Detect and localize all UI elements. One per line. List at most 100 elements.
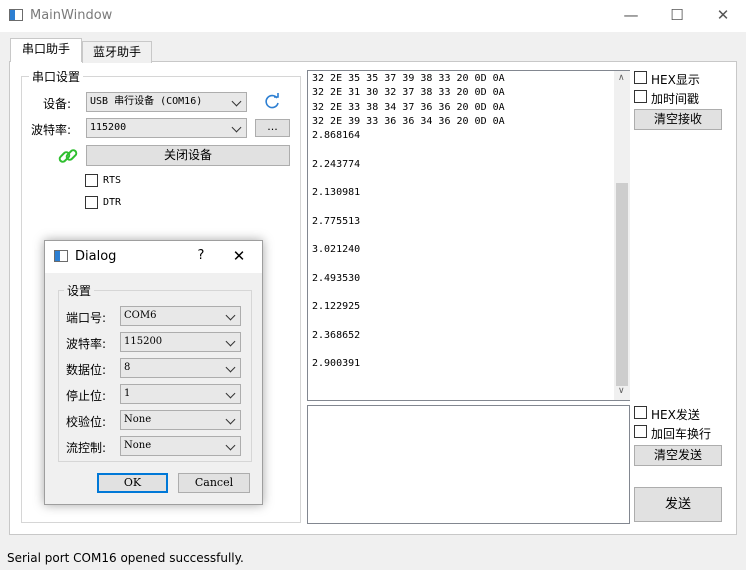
dialog-field-value: None [124, 414, 152, 425]
chevron-down-icon [225, 388, 236, 399]
close-icon: ✕ [716, 6, 730, 24]
receive-line [312, 229, 612, 243]
dtr-label: DTR [103, 197, 122, 208]
send-button[interactable]: 发送 [634, 487, 722, 522]
tab-serial-assistant[interactable]: 串口助手 [10, 38, 82, 62]
dialog-window-icon [54, 250, 68, 262]
dialog-settings-title: 设置 [64, 282, 95, 299]
receive-line: 2.243774 [312, 158, 361, 170]
close-device-button[interactable]: 关闭设备 [86, 145, 290, 166]
chevron-down-icon [225, 414, 236, 425]
dtr-checkbox[interactable] [85, 196, 98, 209]
device-select[interactable]: USB 串行设备 (COM16) [86, 92, 247, 112]
receive-line [312, 343, 612, 357]
receive-line [312, 286, 612, 300]
receive-line: 32 2E 33 38 34 37 36 36 20 0D 0A [312, 101, 505, 113]
baud-label: 波特率: [31, 123, 72, 137]
chevron-down-icon [225, 336, 236, 347]
minimize-icon: — [623, 6, 639, 24]
dialog-field-label: 波特率: [66, 337, 107, 351]
receive-line: 32 2E 35 35 37 39 38 33 20 0D 0A [312, 73, 505, 84]
receive-line: 2.130981 [312, 187, 361, 198]
receive-line: 2.775513 [312, 215, 361, 227]
dialog-field-label: 校验位: [66, 415, 107, 429]
clear-send-button[interactable]: 清空发送 [634, 445, 722, 466]
maximize-button[interactable]: ☐ [654, 0, 700, 32]
cancel-button[interactable]: Cancel [178, 473, 250, 493]
close-icon: ✕ [232, 247, 246, 265]
receive-line: 2.493530 [312, 272, 361, 284]
window-title: MainWindow [30, 8, 113, 23]
clear-receive-button[interactable]: 清空接收 [634, 109, 722, 130]
dialog-field-select[interactable]: 1 [120, 384, 241, 404]
receive-line: 2.900391 [312, 358, 361, 369]
receive-scrollbar[interactable]: ∧ ∨ [614, 71, 630, 400]
dialog-field-value: 115200 [124, 336, 163, 347]
receive-line [312, 172, 612, 186]
dialog-field-label: 停止位: [66, 389, 107, 403]
device-select-value: USB 串行设备 (COM16) [90, 96, 203, 107]
dialog-field-value: 8 [124, 362, 131, 373]
receive-line: 32 2E 31 30 32 37 38 33 20 0D 0A [312, 87, 505, 99]
more-options-button[interactable]: ... [255, 119, 290, 137]
receive-line [312, 200, 612, 214]
dialog-help-button[interactable]: ? [185, 241, 217, 273]
scroll-down-icon[interactable]: ∨ [618, 386, 625, 396]
tab-bluetooth-assistant[interactable]: 蓝牙助手 [82, 41, 152, 63]
timestamp-checkbox[interactable] [634, 90, 647, 103]
connection-link-icon [56, 144, 80, 168]
dialog-field-value: None [124, 440, 152, 451]
chevron-down-icon [225, 310, 236, 321]
device-label: 设备: [43, 97, 72, 111]
dialog-field-value: COM6 [124, 310, 157, 321]
hex-display-label: HEX显示 [651, 73, 700, 87]
receive-line: 2.868164 [312, 130, 361, 141]
dialog-field-select[interactable]: 8 [120, 358, 241, 378]
dialog-close-button[interactable]: ✕ [223, 241, 255, 273]
status-bar: Serial port COM16 opened successfully. [0, 548, 746, 570]
chevron-down-icon [231, 122, 242, 133]
receive-text-area[interactable]: 32 2E 35 35 37 39 38 33 20 0D 0A 32 2E 31… [307, 70, 630, 401]
newline-label: 加回车换行 [651, 427, 712, 441]
dialog-field-select[interactable]: None [120, 436, 241, 456]
receive-text: 32 2E 35 35 37 39 38 33 20 0D 0A 32 2E 31… [312, 72, 612, 371]
scroll-up-icon[interactable]: ∧ [618, 73, 625, 83]
rts-checkbox[interactable] [85, 174, 98, 187]
minimize-button[interactable]: — [608, 0, 654, 32]
title-bar: MainWindow — ☐ ✕ [0, 0, 746, 32]
newline-checkbox[interactable] [634, 425, 647, 438]
dialog-field-label: 流控制: [66, 441, 107, 455]
receive-line: 2.368652 [312, 329, 361, 341]
chevron-down-icon [231, 96, 242, 107]
hex-send-label: HEX发送 [651, 408, 700, 422]
receive-line: 2.122925 [312, 301, 361, 312]
hex-display-checkbox[interactable] [634, 71, 647, 84]
baud-select-value: 115200 [90, 122, 127, 133]
dialog-title-bar: Dialog ? ✕ [45, 241, 262, 273]
receive-line: 3.021240 [312, 244, 361, 255]
chevron-down-icon [225, 440, 236, 451]
dialog-field-select[interactable]: COM6 [120, 306, 241, 326]
dialog-title: Dialog [75, 249, 117, 264]
close-window-button[interactable]: ✕ [700, 0, 746, 32]
hex-send-checkbox[interactable] [634, 406, 647, 419]
chevron-down-icon [225, 362, 236, 373]
settings-dialog: Dialog ? ✕ 设置 端口号: COM6 波特率: 115200 数据位: 8 停止位… [44, 240, 263, 505]
maximize-icon: ☐ [670, 6, 684, 24]
refresh-icon [265, 93, 279, 109]
dialog-field-select[interactable]: 115200 [120, 332, 241, 352]
scroll-thumb[interactable] [616, 183, 628, 386]
receive-line: 32 2E 39 33 36 36 34 36 20 0D 0A [312, 115, 505, 127]
dialog-field-label: 端口号: [66, 311, 107, 325]
rts-label: RTS [103, 175, 122, 186]
dialog-field-label: 数据位: [66, 363, 107, 377]
refresh-button[interactable] [262, 92, 282, 112]
timestamp-label: 加时间戳 [651, 92, 700, 106]
dialog-field-value: 1 [124, 388, 131, 399]
receive-line [312, 257, 612, 271]
status-message: Serial port COM16 opened successfully. [7, 551, 244, 565]
dialog-field-select[interactable]: None [120, 410, 241, 430]
send-text-area[interactable] [307, 405, 630, 524]
baud-select[interactable]: 115200 [86, 118, 247, 138]
ok-button[interactable]: OK [97, 473, 168, 493]
